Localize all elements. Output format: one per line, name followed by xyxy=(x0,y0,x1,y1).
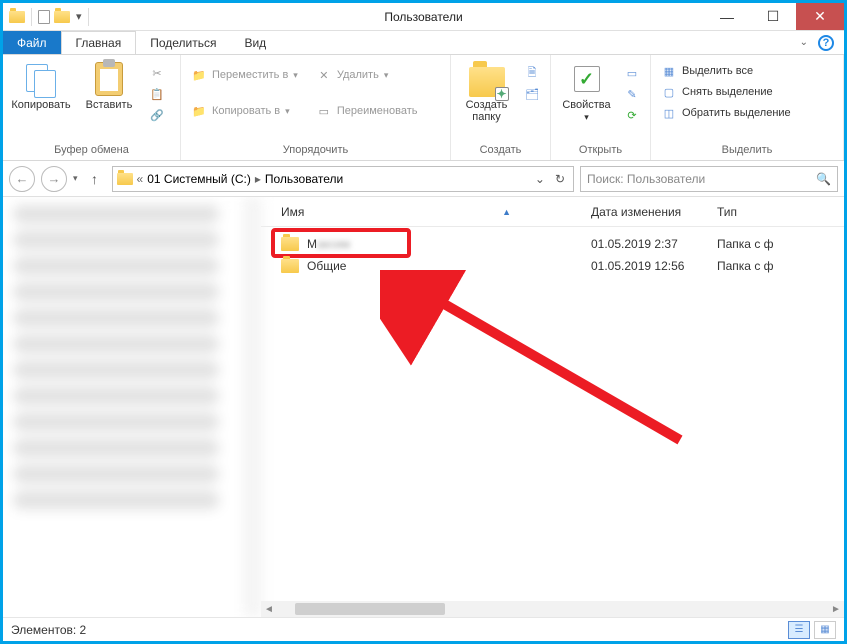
status-bar: Элементов: 2 ☰ ▦ xyxy=(3,617,844,641)
col-date[interactable]: Дата изменения xyxy=(591,205,717,219)
folder-icon xyxy=(117,173,133,185)
select-all-icon: ▦ xyxy=(661,63,677,79)
history-button[interactable]: ⟳ xyxy=(620,105,644,125)
select-none-icon: ▢ xyxy=(661,84,677,100)
cut-icon: ✂ xyxy=(149,65,165,81)
maximize-button[interactable]: ☐ xyxy=(750,3,796,30)
minimize-button[interactable]: — xyxy=(704,3,750,30)
rename-icon: ▭ xyxy=(316,103,332,119)
breadcrumb-seg[interactable]: Пользователи xyxy=(265,172,343,186)
group-label: Буфер обмена xyxy=(9,142,174,160)
folder-row[interactable]: Mаксим 01.05.2019 2:37 Папка с ф xyxy=(261,233,844,255)
move-to-button[interactable]: 📁Переместить в ▾ xyxy=(187,65,302,85)
file-date: 01.05.2019 2:37 xyxy=(591,237,717,251)
shortcut-icon: 🔗 xyxy=(149,107,165,123)
window-title: Пользователи xyxy=(384,10,462,24)
easy-access-button[interactable]: 🗂 xyxy=(520,84,544,104)
col-name[interactable]: Имя xyxy=(281,205,304,219)
navbar: ← → ▾ ↑ « 01 Системный (C:) ▸ Пользовате… xyxy=(3,161,844,197)
new-item-icon: 🗎 xyxy=(524,65,540,81)
search-icon: 🔍 xyxy=(816,172,831,186)
invert-icon: ◫ xyxy=(661,105,677,121)
col-type[interactable]: Тип xyxy=(717,205,844,219)
address-bar[interactable]: « 01 Системный (C:) ▸ Пользователи ⌄ ↻ xyxy=(112,166,574,192)
collapse-ribbon-icon[interactable]: ⌄ xyxy=(800,37,808,48)
breadcrumb-overflow[interactable]: « xyxy=(137,172,144,186)
group-label: Упорядочить xyxy=(187,142,444,160)
column-headers[interactable]: Имя ▲ Дата изменения Тип xyxy=(261,197,844,227)
details-view-button[interactable]: ☰ xyxy=(788,621,810,639)
forward-button[interactable]: → xyxy=(41,166,67,192)
cut-button[interactable]: ✂ xyxy=(145,63,169,83)
tab-share[interactable]: Поделиться xyxy=(136,31,230,54)
new-item-button[interactable]: 🗎 xyxy=(520,63,544,83)
folder-row[interactable]: Общие 01.05.2019 12:56 Папка с ф xyxy=(261,255,844,277)
group-label: Выделить xyxy=(657,142,837,160)
history-dropdown[interactable]: ▾ xyxy=(73,173,78,184)
delete-icon: ✕ xyxy=(316,67,332,83)
folder-icon xyxy=(9,11,25,23)
horizontal-scrollbar[interactable]: ◄ ► xyxy=(261,601,844,617)
copy-icon xyxy=(24,62,58,96)
tab-file[interactable]: Файл xyxy=(3,31,61,54)
properties-button[interactable]: ✓ Свойства▾ xyxy=(557,57,616,123)
ribbon: Копировать Вставить ✂ 📋 🔗 Буфер обмена 📁… xyxy=(3,55,844,161)
copy-button[interactable]: Копировать xyxy=(9,57,73,111)
invert-selection-button[interactable]: ◫Обратить выделение xyxy=(657,103,795,123)
easy-access-icon: 🗂 xyxy=(524,86,540,102)
edit-button[interactable]: ✎ xyxy=(620,84,644,104)
up-button[interactable]: ↑ xyxy=(84,168,106,190)
rename-button[interactable]: ▭Переименовать xyxy=(312,101,422,121)
file-type: Папка с ф xyxy=(717,237,844,251)
folder-icon xyxy=(281,237,299,251)
doc-icon xyxy=(38,10,50,24)
clipboard-icon xyxy=(95,62,123,96)
folder-icon xyxy=(54,11,70,23)
qat-overflow-icon[interactable]: ▾ xyxy=(74,10,82,23)
copyto-icon: 📁 xyxy=(191,103,207,119)
group-label: Открыть xyxy=(557,142,644,160)
path-icon: 📋 xyxy=(149,86,165,102)
select-all-button[interactable]: ▦Выделить все xyxy=(657,61,795,81)
titlebar: ▾ Пользователи — ☐ ✕ xyxy=(3,3,844,31)
tab-home[interactable]: Главная xyxy=(61,31,137,54)
tab-view[interactable]: Вид xyxy=(230,31,280,54)
paste-shortcut-button[interactable]: 🔗 xyxy=(145,105,169,125)
delete-button[interactable]: ✕Удалить ▾ xyxy=(312,65,422,85)
folder-icon xyxy=(281,259,299,273)
close-button[interactable]: ✕ xyxy=(796,3,844,30)
edit-icon: ✎ xyxy=(624,86,640,102)
dropdown-icon[interactable]: ⌄ xyxy=(535,172,545,186)
open-icon: ▭ xyxy=(624,65,640,81)
back-button[interactable]: ← xyxy=(9,166,35,192)
paste-button[interactable]: Вставить xyxy=(77,57,141,111)
select-none-button[interactable]: ▢Снять выделение xyxy=(657,82,795,102)
help-icon[interactable]: ? xyxy=(818,35,834,51)
breadcrumb-seg[interactable]: 01 Системный (C:) xyxy=(147,172,251,186)
move-icon: 📁 xyxy=(191,67,207,83)
ribbon-tabs: Файл Главная Поделиться Вид ⌄ ? xyxy=(3,31,844,55)
file-date: 01.05.2019 12:56 xyxy=(591,259,717,273)
icons-view-button[interactable]: ▦ xyxy=(814,621,836,639)
group-label: Создать xyxy=(457,142,544,160)
search-placeholder: Поиск: Пользователи xyxy=(587,172,705,186)
copy-to-button[interactable]: 📁Копировать в ▾ xyxy=(187,101,302,121)
new-folder-icon: ✦ xyxy=(469,67,505,97)
properties-icon: ✓ xyxy=(570,62,604,96)
file-type: Папка с ф xyxy=(717,259,844,273)
nav-sidebar[interactable] xyxy=(3,197,261,617)
item-count: Элементов: 2 xyxy=(11,623,86,637)
search-input[interactable]: Поиск: Пользователи 🔍 xyxy=(580,166,838,192)
sort-asc-icon[interactable]: ▲ xyxy=(502,207,511,217)
history-icon: ⟳ xyxy=(624,107,640,123)
new-folder-button[interactable]: ✦ Создать папку xyxy=(457,57,516,123)
chevron-right-icon[interactable]: ▸ xyxy=(255,172,261,186)
open-button[interactable]: ▭ xyxy=(620,63,644,83)
refresh-icon[interactable]: ↻ xyxy=(555,172,565,186)
copy-path-button[interactable]: 📋 xyxy=(145,84,169,104)
